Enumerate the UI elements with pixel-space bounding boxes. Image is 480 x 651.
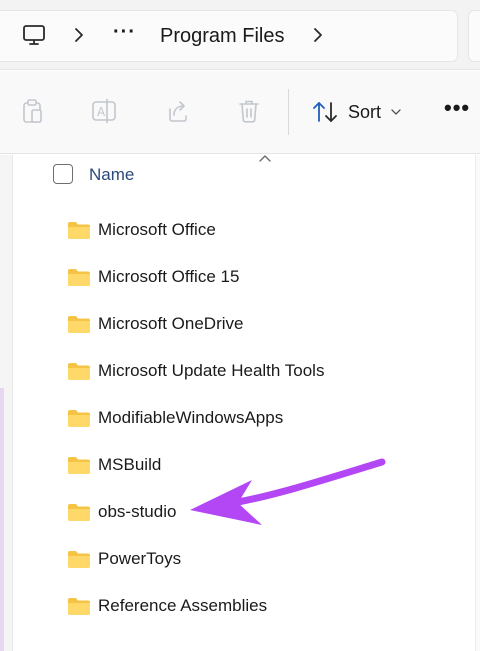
breadcrumb-program-files[interactable]: Program Files [160, 24, 284, 48]
folder-row[interactable]: Microsoft OneDrive [67, 310, 243, 338]
folder-name: ModifiableWindowsApps [98, 408, 284, 427]
folder-name: Microsoft Update Health Tools [98, 361, 325, 380]
sort-label: Sort [348, 101, 382, 122]
folder-name: Microsoft OneDrive [98, 314, 244, 333]
select-all-checkbox[interactable] [53, 164, 73, 184]
folder-icon [68, 598, 90, 615]
folder-row[interactable]: Microsoft Office 15 [67, 263, 239, 291]
sort-button[interactable]: Sort [312, 97, 411, 127]
folder-row[interactable]: Microsoft Office [67, 216, 216, 244]
chevron-right-icon[interactable] [311, 27, 325, 43]
folder-icon [68, 551, 90, 568]
folder-row[interactable]: Microsoft Update Health Tools [67, 357, 324, 385]
folder-name: Microsoft Office 15 [98, 267, 240, 286]
annotation-arrow-icon [190, 458, 386, 525]
paste-icon[interactable] [18, 97, 46, 125]
chevron-down-icon [391, 109, 401, 115]
folder-row[interactable]: Reference Assemblies [67, 592, 267, 620]
rename-icon[interactable]: A [90, 97, 118, 125]
svg-text:A: A [97, 105, 106, 119]
folder-icon [68, 269, 90, 286]
folder-name: obs-studio [98, 502, 177, 521]
sort-ascending-icon [259, 155, 271, 162]
folder-row[interactable]: PowerToys [67, 545, 181, 573]
path-overflow-button[interactable]: ··· [113, 22, 136, 42]
sort-arrows-icon [313, 102, 337, 122]
delete-icon[interactable] [235, 97, 263, 125]
search-box-edge[interactable] [468, 10, 480, 62]
column-header-name[interactable]: Name [89, 165, 134, 185]
more-options-button[interactable]: ••• [444, 97, 470, 119]
folder-name: Reference Assemblies [98, 596, 268, 615]
folder-icon [68, 504, 90, 521]
folder-row[interactable]: MSBuild [67, 451, 161, 479]
share-icon[interactable] [163, 97, 191, 125]
folder-icon [68, 457, 90, 474]
navigation-pane-highlight [0, 388, 4, 651]
address-bar: ··· Program Files [0, 0, 480, 70]
folder-name: PowerToys [98, 549, 182, 568]
folder-icon [68, 363, 90, 380]
command-bar: A Sort ••• [0, 71, 480, 154]
folder-icon [68, 222, 90, 239]
command-divider [288, 89, 289, 135]
folder-name: Microsoft Office [98, 220, 216, 239]
folder-row[interactable]: obs-studio [67, 498, 176, 526]
folder-icon [68, 410, 90, 427]
this-pc-icon[interactable] [22, 23, 46, 47]
folder-name: MSBuild [98, 455, 162, 474]
vertical-scrollbar[interactable] [475, 155, 480, 651]
chevron-right-icon[interactable] [72, 27, 86, 43]
folder-icon [68, 316, 90, 333]
folder-row[interactable]: ModifiableWindowsApps [67, 404, 283, 432]
